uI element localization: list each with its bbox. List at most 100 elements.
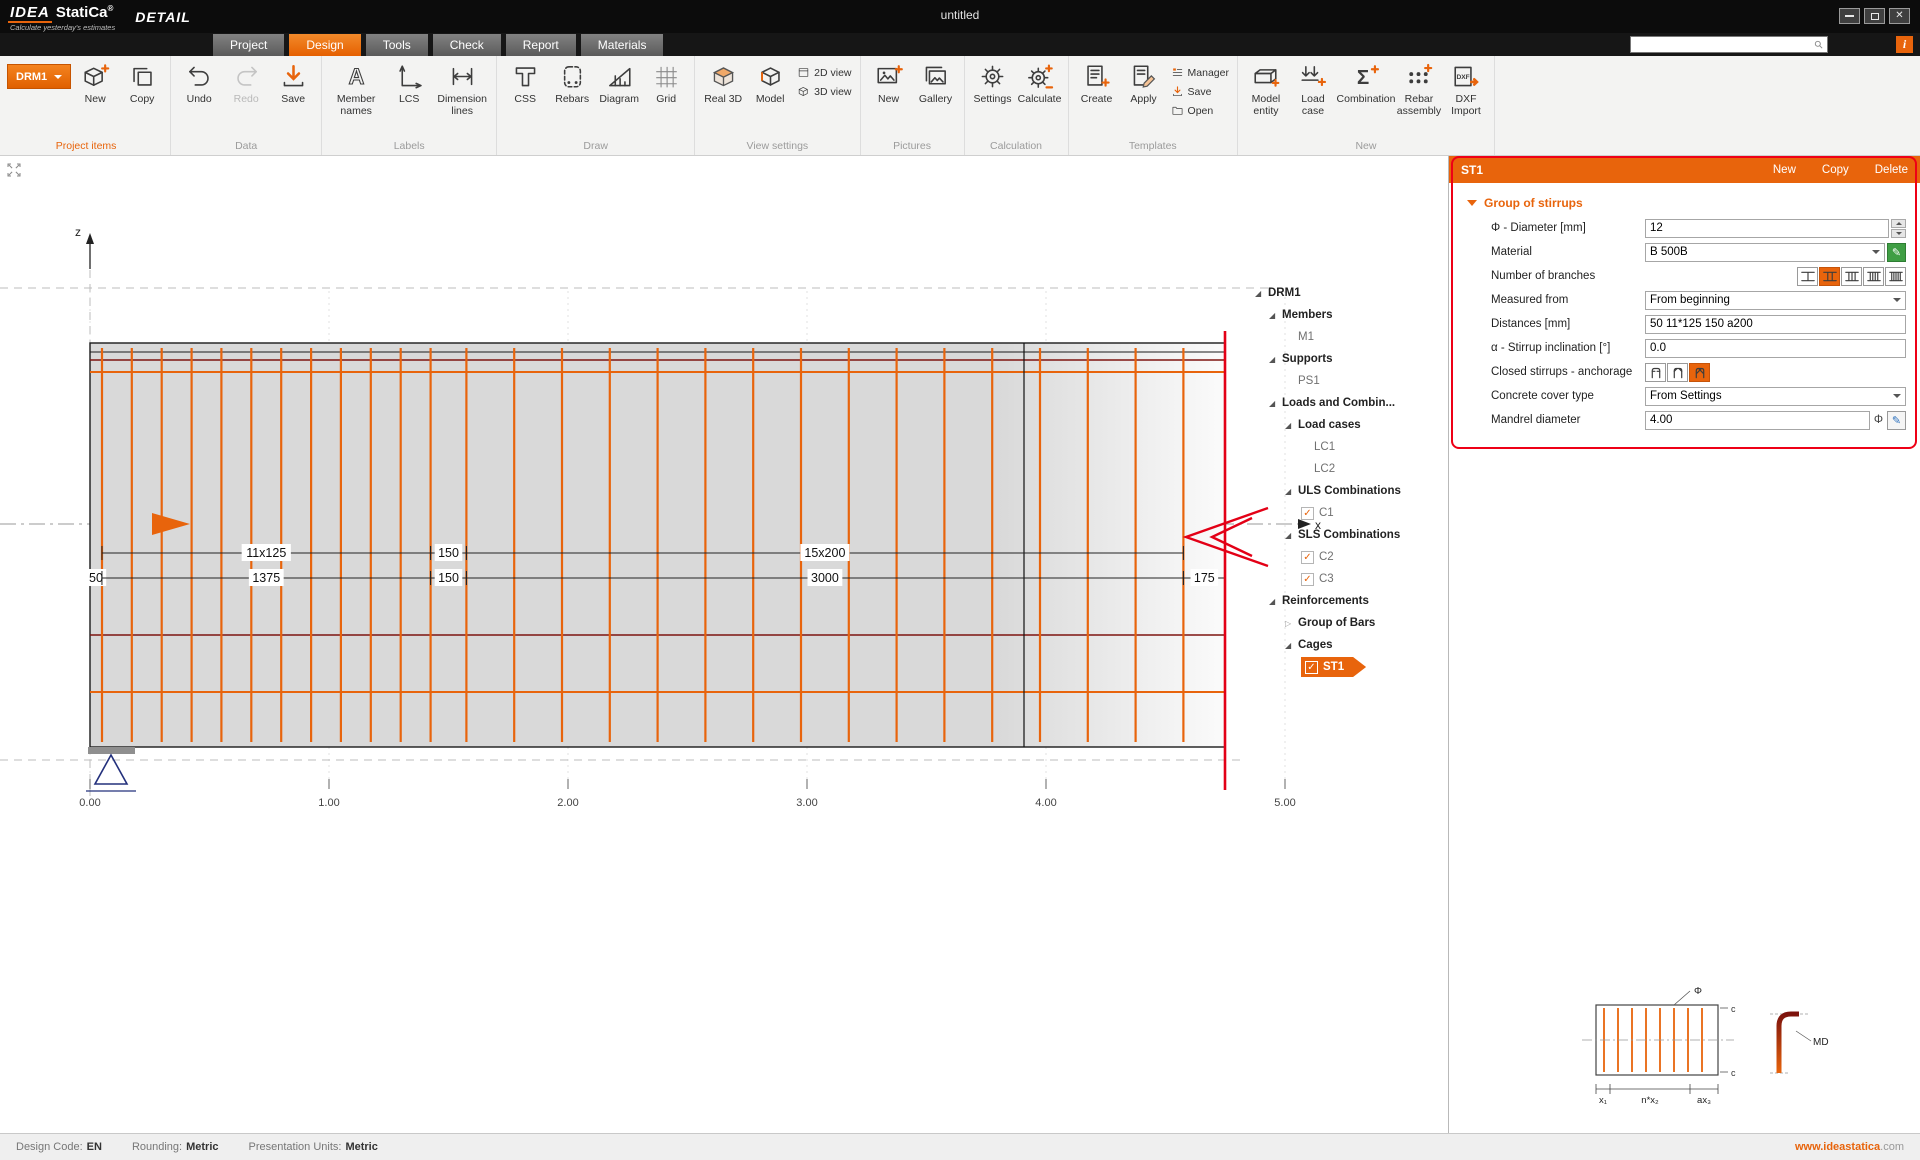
- rebar-assembly-button[interactable]: Rebar assembly: [1396, 58, 1442, 118]
- expander-collapsed-icon[interactable]: ▷: [1285, 619, 1298, 628]
- fit-view-icon[interactable]: [5, 161, 23, 179]
- website-link[interactable]: www.ideastatica.com: [1795, 1141, 1904, 1153]
- selected-item-banner[interactable]: ST1: [1301, 657, 1366, 677]
- search-input[interactable]: [1631, 39, 1813, 51]
- branches-2-button-selected[interactable]: [1819, 267, 1840, 286]
- tab-materials[interactable]: Materials: [581, 34, 664, 56]
- css-button[interactable]: CSS: [502, 58, 548, 106]
- spinner-control[interactable]: [1891, 219, 1906, 238]
- template-save-button[interactable]: Save: [1168, 83, 1232, 100]
- tab-project[interactable]: Project: [213, 34, 284, 56]
- expander-icon[interactable]: ◢: [1285, 531, 1298, 540]
- tree-item-group-of-bars[interactable]: ▷Group of Bars: [1253, 612, 1445, 634]
- mandrel-input[interactable]: [1645, 411, 1870, 430]
- edit-mandrel-button[interactable]: ✎: [1887, 411, 1906, 430]
- dxf-import-button[interactable]: DXF Import: [1443, 58, 1489, 118]
- anchorage-hook-button[interactable]: [1667, 363, 1688, 382]
- copy-project-item-button[interactable]: Copy: [119, 58, 165, 106]
- material-dropdown[interactable]: B 500B: [1645, 243, 1885, 262]
- measured-from-dropdown[interactable]: From beginning: [1645, 291, 1906, 310]
- diameter-input[interactable]: [1645, 219, 1889, 238]
- design-canvas-area[interactable]: x z 11x12515015x2005013751503000175 0.00…: [0, 156, 1448, 1133]
- distances-input[interactable]: [1645, 315, 1906, 334]
- delete-stirrup-button[interactable]: Delete: [1875, 164, 1908, 176]
- lcs-button[interactable]: LCS: [386, 58, 432, 106]
- redo-button[interactable]: Redo: [223, 58, 269, 106]
- gallery-button[interactable]: Gallery: [913, 58, 959, 106]
- search-box[interactable]: [1630, 36, 1828, 53]
- tree-item-st1-selected[interactable]: ST1: [1253, 656, 1445, 678]
- anchorage-closed-button-selected[interactable]: [1689, 363, 1710, 382]
- tree-item-members[interactable]: ◢Members: [1253, 304, 1445, 326]
- tab-design[interactable]: Design: [289, 34, 360, 56]
- tree-item-loads[interactable]: ◢Loads and Combin...: [1253, 392, 1445, 414]
- expander-icon[interactable]: ◢: [1269, 355, 1282, 364]
- apply-template-button[interactable]: Apply: [1121, 58, 1167, 106]
- load-case-button[interactable]: Load case: [1290, 58, 1336, 118]
- branches-3-button[interactable]: [1841, 267, 1862, 286]
- tree-item-supports[interactable]: ◢Supports: [1253, 348, 1445, 370]
- grid-button[interactable]: Grid: [643, 58, 689, 106]
- model-entity-button[interactable]: Model entity: [1243, 58, 1289, 118]
- checkbox-checked[interactable]: [1301, 573, 1314, 586]
- expander-icon[interactable]: ◢: [1285, 641, 1298, 650]
- tree-item-c1[interactable]: C1: [1253, 502, 1445, 524]
- checkbox-checked[interactable]: [1301, 551, 1314, 564]
- dimension-lines-button[interactable]: Dimension lines: [433, 58, 491, 118]
- tab-check[interactable]: Check: [433, 34, 501, 56]
- rebars-button[interactable]: Rebars: [549, 58, 595, 106]
- close-button[interactable]: ✕: [1889, 8, 1910, 24]
- expander-icon[interactable]: ◢: [1255, 289, 1268, 298]
- model-view-button[interactable]: Model: [747, 58, 793, 106]
- anchorage-open-button[interactable]: [1645, 363, 1666, 382]
- template-open-button[interactable]: Open: [1168, 102, 1232, 119]
- template-manager-button[interactable]: Manager: [1168, 64, 1232, 81]
- edit-material-button[interactable]: ✎: [1887, 243, 1906, 262]
- expander-icon[interactable]: ◢: [1269, 597, 1282, 606]
- new-stirrup-button[interactable]: New: [1773, 164, 1796, 176]
- minimize-button[interactable]: [1839, 8, 1860, 24]
- tree-item-lc2[interactable]: LC2: [1253, 458, 1445, 480]
- settings-button[interactable]: Settings: [970, 58, 1016, 106]
- tree-item-c2[interactable]: C2: [1253, 546, 1445, 568]
- inclination-input[interactable]: [1645, 339, 1906, 358]
- branches-4-button[interactable]: [1863, 267, 1884, 286]
- expander-icon[interactable]: ◢: [1285, 421, 1298, 430]
- view-2d-button[interactable]: 2D view: [794, 64, 854, 81]
- calculate-button[interactable]: Calculate: [1017, 58, 1063, 106]
- branches-1-button[interactable]: [1797, 267, 1818, 286]
- expander-icon[interactable]: ◢: [1269, 311, 1282, 320]
- project-item-selector[interactable]: DRM1: [7, 64, 71, 89]
- checkbox-checked[interactable]: [1301, 507, 1314, 520]
- tree-item-drm1[interactable]: ◢DRM1: [1253, 282, 1445, 304]
- maximize-button[interactable]: [1864, 8, 1885, 24]
- tree-item-uls[interactable]: ◢ULS Combinations: [1253, 480, 1445, 502]
- tree-item-m1[interactable]: M1: [1253, 326, 1445, 348]
- real-3d-button[interactable]: Real 3D: [700, 58, 746, 106]
- tree-item-lc1[interactable]: LC1: [1253, 436, 1445, 458]
- new-project-item-button[interactable]: New: [72, 58, 118, 106]
- help-button[interactable]: i: [1896, 36, 1913, 53]
- undo-button[interactable]: Undo: [176, 58, 222, 106]
- new-picture-button[interactable]: New: [866, 58, 912, 106]
- tree-item-load-cases[interactable]: ◢Load cases: [1253, 414, 1445, 436]
- diagram-button[interactable]: Diagram: [596, 58, 642, 106]
- tree-item-reinforcements[interactable]: ◢Reinforcements: [1253, 590, 1445, 612]
- combination-button[interactable]: Combination: [1337, 58, 1395, 106]
- expander-icon[interactable]: ◢: [1285, 487, 1298, 496]
- view-3d-button[interactable]: 3D view: [794, 83, 854, 100]
- tree-item-c3[interactable]: C3: [1253, 568, 1445, 590]
- tab-report[interactable]: Report: [506, 34, 576, 56]
- branches-5-button[interactable]: [1885, 267, 1906, 286]
- cover-type-dropdown[interactable]: From Settings: [1645, 387, 1906, 406]
- copy-stirrup-button[interactable]: Copy: [1822, 164, 1849, 176]
- expander-icon[interactable]: ◢: [1269, 399, 1282, 408]
- member-names-button[interactable]: Member names: [327, 58, 385, 118]
- tree-item-cages[interactable]: ◢Cages: [1253, 634, 1445, 656]
- save-button[interactable]: Save: [270, 58, 316, 106]
- collapse-triangle-icon[interactable]: [1467, 200, 1477, 206]
- checkbox-checked[interactable]: [1305, 661, 1318, 674]
- tab-tools[interactable]: Tools: [366, 34, 428, 56]
- create-template-button[interactable]: Create: [1074, 58, 1120, 106]
- tree-item-sls[interactable]: ◢SLS Combinations: [1253, 524, 1445, 546]
